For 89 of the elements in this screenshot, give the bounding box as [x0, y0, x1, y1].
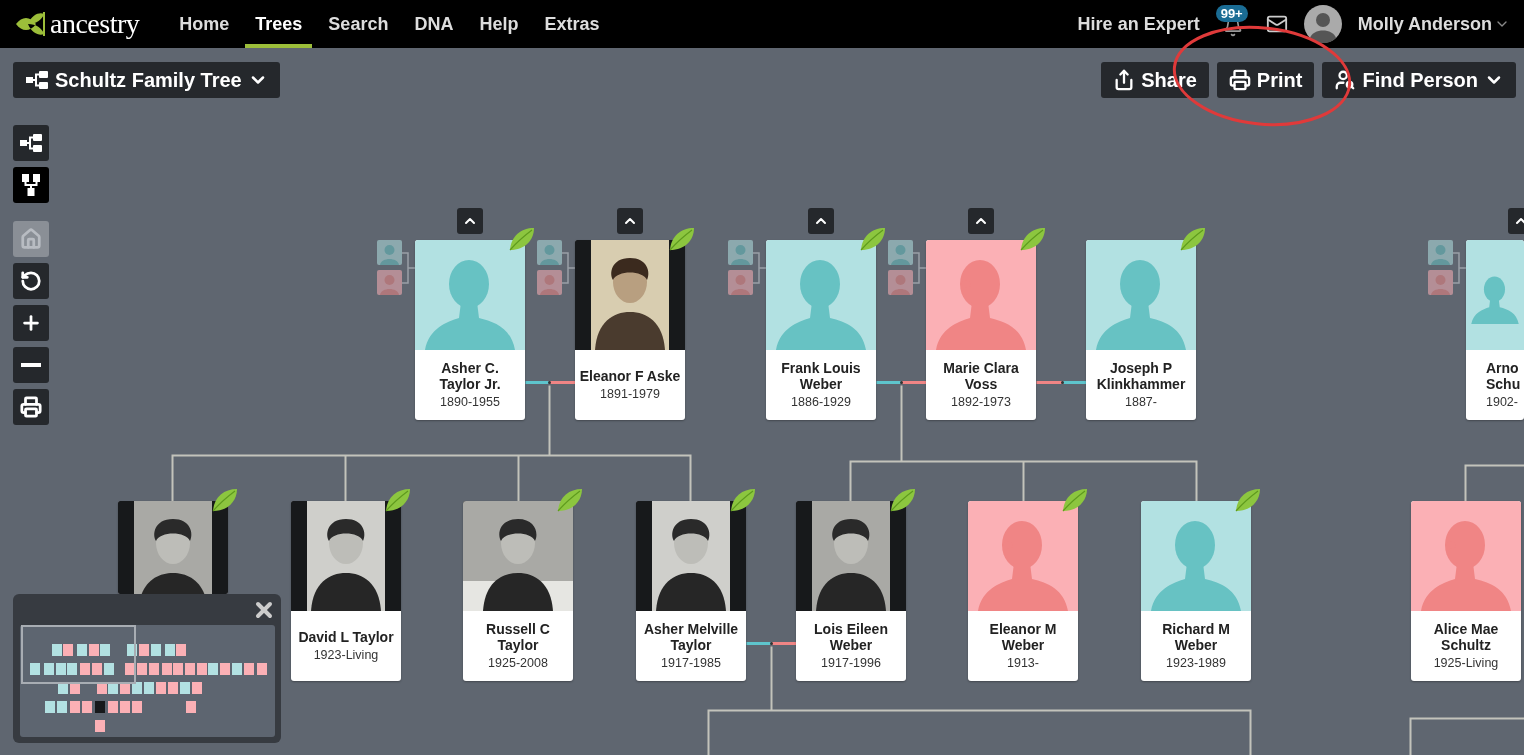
nav-tab[interactable]: Search: [318, 0, 399, 48]
connector-line: [1463, 463, 1524, 503]
person-card[interactable]: Alice Mae Schultz 1925-Living: [1411, 501, 1521, 681]
expand-parents-button[interactable]: [808, 208, 834, 234]
avatar[interactable]: [1303, 5, 1342, 43]
refresh-button[interactable]: [13, 263, 49, 299]
nav-tab[interactable]: Trees: [245, 0, 313, 48]
person-card[interactable]: Lois Eileen Weber 1917-1996: [796, 501, 906, 681]
spouse-connector: [1034, 380, 1088, 384]
person-name: Richard M Weber: [1161, 620, 1231, 653]
nav-tab[interactable]: Help: [469, 0, 529, 48]
person-name: Alice Mae Schultz: [1432, 620, 1500, 653]
bracket-line: [562, 252, 576, 284]
print-button[interactable]: [13, 389, 49, 425]
person-card[interactable]: Eleanor F Aske 1891-1979: [575, 240, 685, 420]
person-card[interactable]: Joseph P Klinkhammer 1887-: [1086, 240, 1196, 420]
person-name: Asher Melville Taylor: [642, 620, 740, 653]
find-person-button[interactable]: Find Person: [1322, 62, 1516, 98]
tree-selector[interactable]: Schultz Family Tree: [13, 62, 280, 98]
person-card[interactable]: David L Taylor 1923-Living: [291, 501, 401, 681]
person-name: Eleanor F Aske: [579, 367, 681, 384]
person-name: Russell C Taylor: [485, 620, 551, 653]
person-name: Joseph P Klinkhammer: [1095, 359, 1187, 392]
family-view-button[interactable]: [13, 167, 49, 203]
bracket-line: [753, 252, 767, 284]
spouse-connector: [523, 380, 577, 384]
person-name: David L Taylor: [298, 628, 394, 645]
leaf-icon[interactable]: [210, 487, 238, 513]
leaf-icon[interactable]: [383, 487, 411, 513]
leaf-icon[interactable]: [888, 487, 916, 513]
pedigree-view-button[interactable]: [13, 125, 49, 161]
person-dates: 1886-1929: [791, 393, 851, 411]
hire-expert-link[interactable]: Hire an Expert: [1077, 13, 1200, 35]
pedigree-view-icon: [25, 70, 49, 90]
person-card[interactable]: Richard M Weber 1923-1989: [1141, 501, 1251, 681]
nav-tab[interactable]: Extras: [534, 0, 610, 48]
spouse-connector: [874, 380, 928, 384]
pedigree-view-icon: [19, 133, 43, 153]
find-icon: [1334, 69, 1357, 91]
zoom-out-button[interactable]: [13, 347, 49, 383]
person-card[interactable]: Marie Clara Voss 1892-1973: [926, 240, 1036, 420]
mail-icon[interactable]: [1265, 13, 1288, 35]
person-card[interactable]: Asher C. Taylor Jr. 1890-1955: [415, 240, 525, 420]
logo-text[interactable]: ancestry: [50, 8, 140, 40]
refresh-icon: [20, 270, 42, 292]
person-name: Lois Eileen Weber: [813, 620, 889, 653]
person-dates: 1923-Living: [313, 646, 379, 664]
expand-parents-button[interactable]: [617, 208, 643, 234]
bracket-line: [913, 252, 927, 284]
logo-leaf-icon: [14, 12, 46, 36]
print-icon: [20, 396, 42, 418]
person-dates: 1917-1996: [821, 654, 881, 672]
bracket-line: [402, 252, 416, 284]
spouse-connector: [744, 641, 798, 645]
person-card[interactable]: Russell C Taylor 1925-2008: [463, 501, 573, 681]
person-dates: 1913-: [1007, 654, 1039, 672]
person-dates: 1917-1985: [661, 654, 721, 672]
expand-parents-button[interactable]: [968, 208, 994, 234]
person-dates: 1902-: [1486, 393, 1518, 411]
person-dates: 1891-1979: [600, 385, 660, 403]
person-card[interactable]: Eleanor M Weber 1913-: [968, 501, 1078, 681]
print-icon: [1228, 69, 1251, 91]
person-name: Asher C. Taylor Jr.: [438, 359, 502, 392]
person-dates: 1925-Living: [1433, 654, 1499, 672]
notification-badge: 99+: [1215, 5, 1248, 22]
person-name: Frank Louis Weber: [780, 359, 862, 392]
nav-tab[interactable]: Home: [169, 0, 240, 48]
person-dates: 1892-1973: [951, 393, 1011, 411]
bracket-line: [1453, 252, 1467, 284]
person-name: Arno Schu: [1486, 359, 1522, 392]
print-button[interactable]: Print: [1216, 62, 1315, 98]
person-dates: 1925-2008: [488, 654, 548, 672]
person-name: Marie Clara Voss: [942, 359, 1020, 392]
leaf-icon[interactable]: [728, 487, 756, 513]
person-card[interactable]: Arno Schu 1902-: [1466, 240, 1524, 420]
person-card[interactable]: Asher Melville Taylor 1917-1985: [636, 501, 746, 681]
minimap-drawing[interactable]: [20, 625, 275, 737]
person-card[interactable]: Frank Louis Weber 1886-1929: [766, 240, 876, 420]
person-dates: 1887-: [1125, 393, 1157, 411]
family-view-icon: [21, 173, 41, 197]
home-icon: [20, 228, 42, 250]
user-menu[interactable]: Molly Anderson: [1357, 13, 1510, 35]
expand-parents-button[interactable]: [457, 208, 483, 234]
leaf-icon[interactable]: [667, 226, 695, 252]
person-dates: 1890-1955: [440, 393, 500, 411]
nav-tab[interactable]: DNA: [404, 0, 464, 48]
person-dates: 1923-1989: [1166, 654, 1226, 672]
zoom-in-button[interactable]: [13, 305, 49, 341]
person-name: Eleanor M Weber: [988, 620, 1058, 653]
